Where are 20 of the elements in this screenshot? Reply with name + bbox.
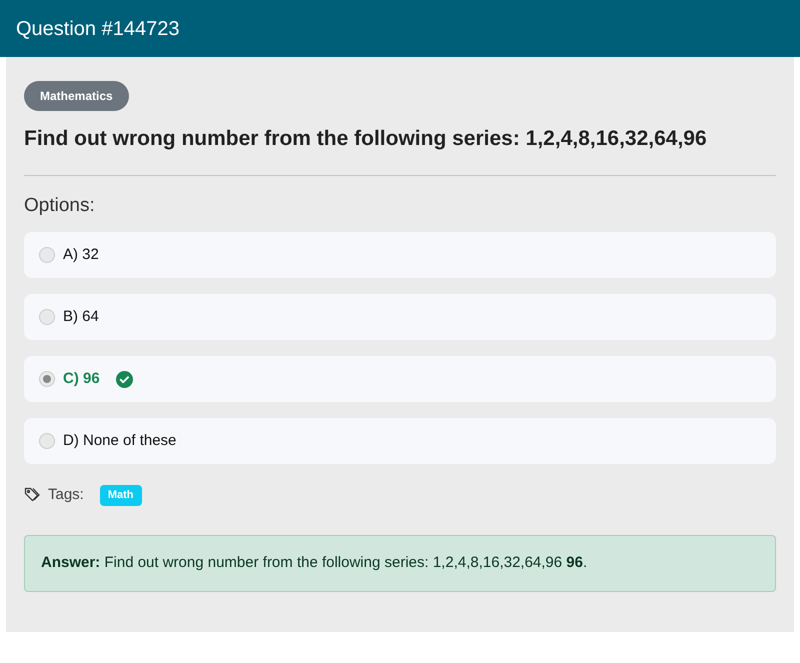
radio-button[interactable] bbox=[39, 433, 55, 449]
options-label: Options: bbox=[24, 194, 96, 218]
option-text: A) 32 bbox=[63, 244, 99, 265]
question-text: Find out wrong number from the following series: 1,2,4,8,16,32,64,96 bbox=[24, 126, 708, 152]
answer-text: Answer: Find out wrong number from the following series: 1,2,4,8,16,32,64,96 96. bbox=[41, 552, 588, 573]
option-row[interactable]: D) None of these bbox=[24, 418, 776, 464]
tag-icon bbox=[24, 487, 40, 504]
radio-button[interactable] bbox=[39, 371, 55, 387]
tags-label: Tags: bbox=[48, 485, 84, 505]
radio-button[interactable] bbox=[39, 247, 55, 263]
option-row[interactable]: A) 32 bbox=[24, 232, 776, 278]
radio-button[interactable] bbox=[39, 309, 55, 325]
option-row[interactable]: B) 64 bbox=[24, 294, 776, 340]
option-row[interactable]: C) 96 bbox=[24, 356, 776, 402]
option-text: C) 96 bbox=[63, 368, 100, 389]
option-text: B) 64 bbox=[63, 306, 99, 327]
category-badge: Mathematics bbox=[24, 81, 129, 111]
option-text: D) None of these bbox=[63, 430, 176, 451]
question-title: Question #144723 bbox=[16, 16, 180, 42]
check-circle-icon bbox=[116, 370, 133, 388]
